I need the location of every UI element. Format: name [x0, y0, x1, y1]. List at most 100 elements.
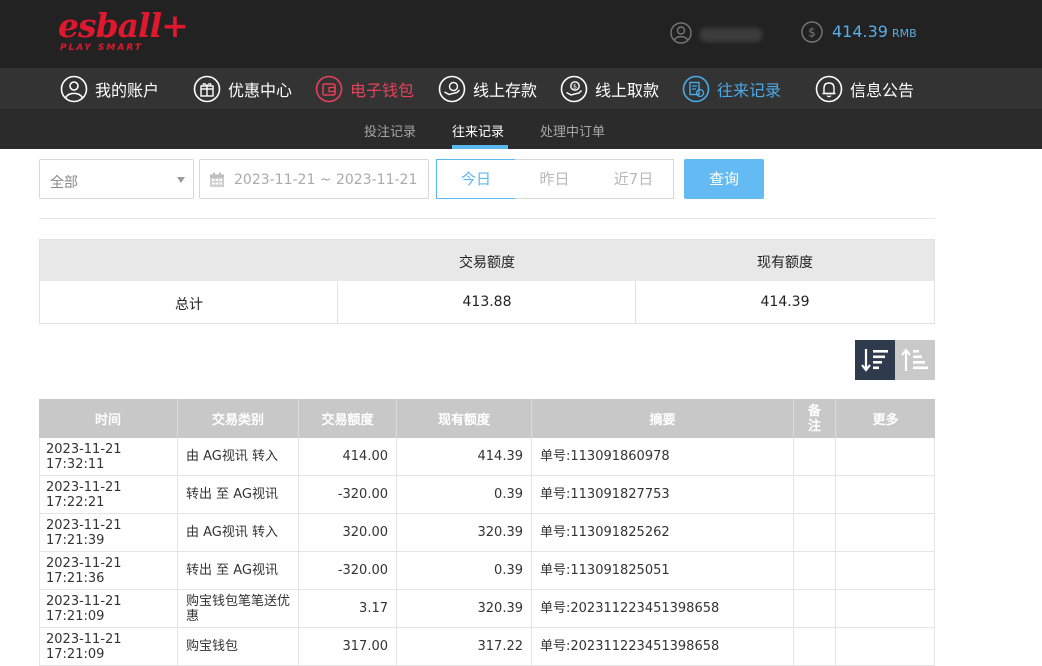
- subtab-bet-records[interactable]: 投注记录: [364, 121, 416, 140]
- main-nav: 我的账户 优惠中心 电子钱包 线上存款 $ 线上取款 往来记录 信息公告: [0, 68, 1042, 110]
- user-icon: [60, 75, 88, 103]
- divider: [39, 218, 935, 219]
- cell-amount: 414.00: [299, 438, 397, 475]
- header-balance[interactable]: 现有额度: [397, 399, 532, 438]
- summary-header-trade: 交易额度: [459, 255, 515, 271]
- nav-label: 信息公告: [850, 81, 915, 100]
- transaction-type-select[interactable]: 全部: [39, 159, 194, 199]
- cell-balance: 0.39: [397, 552, 532, 589]
- cell-amount: 320.00: [299, 514, 397, 551]
- summary-table: 交易额度 现有额度 总计 413.88 414.39: [39, 239, 935, 324]
- nav-e-wallet[interactable]: 电子钱包: [315, 74, 414, 104]
- nav-label: 我的账户: [95, 81, 160, 100]
- svg-text:$: $: [573, 83, 577, 91]
- cell-more: [836, 552, 935, 589]
- date-range-input[interactable]: 2023-11-21 ~ 2023-11-21: [199, 159, 429, 199]
- subtab-pending-orders[interactable]: 处理中订单: [540, 121, 605, 140]
- header-remark[interactable]: 备注: [794, 399, 836, 438]
- active-tab-indicator: [452, 145, 508, 149]
- nav-announcements[interactable]: 信息公告: [815, 74, 914, 104]
- cell-summary: 单号:113091825051: [532, 552, 794, 589]
- account-balance: 414.39 RMB: [832, 22, 917, 41]
- nav-promotions[interactable]: 优惠中心: [193, 74, 292, 104]
- username-obscured: [700, 28, 762, 42]
- calendar-icon: [210, 172, 224, 187]
- cell-summary: 单号:202311223451398658: [532, 590, 794, 627]
- header-time[interactable]: 时间: [39, 399, 178, 438]
- summary-divider: [337, 281, 338, 323]
- date-range-value: 2023-11-21 ~ 2023-11-21: [234, 172, 418, 188]
- summary-header-current: 现有额度: [757, 255, 813, 271]
- cell-time: 2023-11-21 17:21:09: [39, 590, 178, 627]
- nav-transaction-records[interactable]: 往来记录: [682, 74, 781, 104]
- cell-time: 2023-11-21 17:21:39: [39, 514, 178, 551]
- cell-type: 由 AG视讯 转入: [178, 438, 299, 475]
- summary-current-total: 414.39: [760, 294, 810, 310]
- cell-type: 购宝钱包笔笔送优惠: [178, 590, 299, 627]
- nav-label: 电子钱包: [350, 81, 415, 100]
- nav-label: 往来记录: [717, 81, 782, 100]
- header-type[interactable]: 交易类别: [178, 399, 299, 438]
- table-row: 2023-11-21 17:22:21 转出 至 AG视讯 -320.00 0.39 单…: [39, 476, 935, 514]
- esball-logo[interactable]: esball+ PLAY SMART: [58, 8, 189, 56]
- nav-online-deposit[interactable]: 线上存款: [438, 74, 537, 104]
- cell-type: 转出 至 AG视讯: [178, 476, 299, 513]
- cell-remark: [794, 476, 836, 513]
- top-bar: esball+ PLAY SMART $ 414.39 RMB: [0, 0, 1042, 68]
- logo-text: esball+: [58, 6, 189, 45]
- svg-text:$: $: [808, 26, 816, 40]
- balance-currency: RMB: [891, 27, 917, 40]
- cell-remark: [794, 552, 836, 589]
- nav-my-account[interactable]: 我的账户: [60, 74, 159, 104]
- logo-tagline: PLAY SMART: [60, 43, 143, 53]
- cell-more: [836, 476, 935, 513]
- gift-icon: [193, 75, 221, 103]
- records-icon: [682, 75, 710, 103]
- nav-online-withdraw[interactable]: $ 线上取款: [560, 74, 659, 104]
- table-header: 时间 交易类别 交易额度 现有额度 摘要 备注 更多: [39, 399, 935, 438]
- select-value: 全部: [50, 175, 78, 191]
- table-row: 2023-11-21 17:21:09 购宝钱包 317.00 317.22 单号:20…: [39, 628, 935, 666]
- cell-balance: 317.22: [397, 628, 532, 665]
- header-summary[interactable]: 摘要: [532, 399, 794, 438]
- cell-type: 转出 至 AG视讯: [178, 552, 299, 589]
- user-icon[interactable]: [670, 22, 692, 44]
- nav-label: 线上取款: [595, 81, 660, 100]
- sort-ascending-icon: [901, 348, 928, 371]
- cell-type: 购宝钱包: [178, 628, 299, 665]
- subtab-transaction-records[interactable]: 往来记录: [452, 121, 504, 140]
- yesterday-button[interactable]: 昨日: [515, 159, 595, 199]
- nav-label: 线上存款: [473, 81, 538, 100]
- withdraw-icon: $: [560, 75, 588, 103]
- cell-type: 由 AG视讯 转入: [178, 514, 299, 551]
- caret-down-icon: [177, 177, 185, 183]
- sort-ascending-button[interactable]: [895, 340, 935, 380]
- balance-value: 414.39: [832, 22, 888, 41]
- query-button[interactable]: 查询: [684, 159, 764, 199]
- cell-amount: -320.00: [299, 552, 397, 589]
- sort-descending-button[interactable]: [855, 340, 895, 380]
- cell-time: 2023-11-21 17:21:09: [39, 628, 178, 665]
- cell-amount: -320.00: [299, 476, 397, 513]
- bell-icon: [815, 75, 843, 103]
- cell-more: [836, 628, 935, 665]
- cell-remark: [794, 514, 836, 551]
- deposit-icon: [438, 75, 466, 103]
- dollar-coin-icon: $: [801, 21, 823, 43]
- cell-balance: 320.39: [397, 590, 532, 627]
- cell-more: [836, 438, 935, 475]
- summary-total-label: 总计: [175, 297, 203, 313]
- today-button[interactable]: 今日: [436, 159, 516, 199]
- last-7-days-button[interactable]: 近7日: [594, 159, 674, 199]
- cell-summary: 单号:113091860978: [532, 438, 794, 475]
- cell-summary: 单号:202311223451398658: [532, 628, 794, 665]
- table-row: 2023-11-21 17:21:09 购宝钱包笔笔送优惠 3.17 320.39 单号…: [39, 590, 935, 628]
- summary-divider: [635, 281, 636, 323]
- header-amount[interactable]: 交易额度: [299, 399, 397, 438]
- sub-nav: 投注记录 往来记录 处理中订单: [0, 110, 1042, 149]
- header-more[interactable]: 更多: [836, 399, 935, 438]
- table-row: 2023-11-21 17:21:36 转出 至 AG视讯 -320.00 0.39 单…: [39, 552, 935, 590]
- table-row: 2023-11-21 17:32:11 由 AG视讯 转入 414.00 414.39…: [39, 438, 935, 476]
- cell-balance: 320.39: [397, 514, 532, 551]
- cell-summary: 单号:113091825262: [532, 514, 794, 551]
